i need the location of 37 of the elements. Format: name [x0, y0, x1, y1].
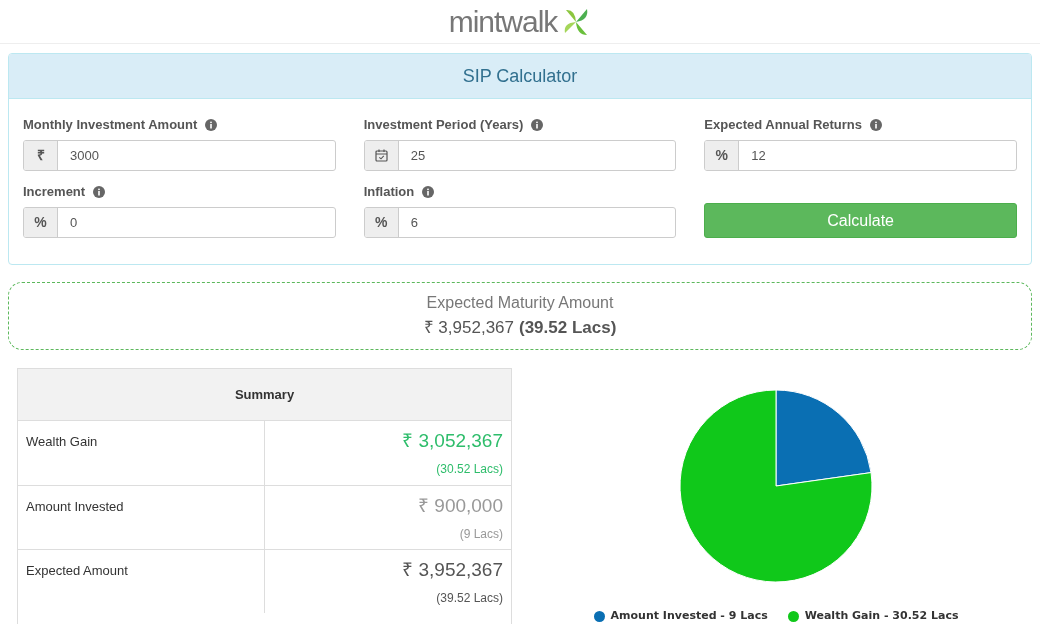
field-label: Investment Period (Years): [363, 116, 524, 135]
field-label: Monthly Investment Amount: [23, 116, 198, 135]
input-addon: %: [364, 208, 399, 237]
calendar-icon: [374, 149, 388, 162]
field-label: Inflation: [363, 183, 415, 202]
lacs-value: (9 Lacs): [459, 525, 503, 543]
info-icon[interactable]: [422, 186, 435, 198]
input-field[interactable]: % 6: [363, 207, 677, 238]
maturity-lacs: (39.52 Lacs): [519, 317, 617, 340]
info-icon[interactable]: [205, 119, 218, 131]
input-field[interactable]: % 0: [23, 207, 336, 238]
field-label: Expected Annual Returns: [704, 116, 863, 135]
table-header: Summary: [18, 369, 511, 421]
info-icon[interactable]: [870, 119, 883, 131]
panel-title: SIP Calculator: [9, 54, 1031, 99]
amount-value: ₹ 3,052,367: [402, 429, 503, 453]
legend-label: Amount Invested - 9 Lacs: [610, 608, 768, 624]
lacs-value: (30.52 Lacs): [436, 460, 503, 478]
input-field[interactable]: 25: [363, 140, 677, 171]
amount-value: ₹ 3,952,367: [402, 558, 503, 582]
input-addon: %: [705, 141, 740, 170]
input-addon: %: [24, 208, 58, 237]
input-addon: ₹: [24, 141, 58, 170]
input-field[interactable]: % 12: [704, 140, 1017, 171]
table-cell: Amount Invested: [26, 499, 124, 514]
table-cell: Expected Amount: [26, 563, 128, 578]
info-icon[interactable]: [531, 119, 544, 131]
legend-label: Wealth Gain - 30.52 Lacs: [804, 608, 959, 624]
info-icon[interactable]: [93, 186, 106, 198]
amount-value: ₹ 900,000: [418, 494, 503, 518]
maturity-amount: ₹ 3,952,367: [423, 317, 514, 340]
input-field[interactable]: ₹ 3000: [23, 140, 336, 171]
maturity-label: Expected Maturity Amount: [426, 293, 614, 314]
table-cell: Wealth Gain: [26, 434, 98, 449]
field-label: Increment: [23, 183, 86, 202]
brand-logo-text: mintwalk: [448, 4, 558, 40]
lacs-value: (39.52 Lacs): [436, 589, 503, 607]
